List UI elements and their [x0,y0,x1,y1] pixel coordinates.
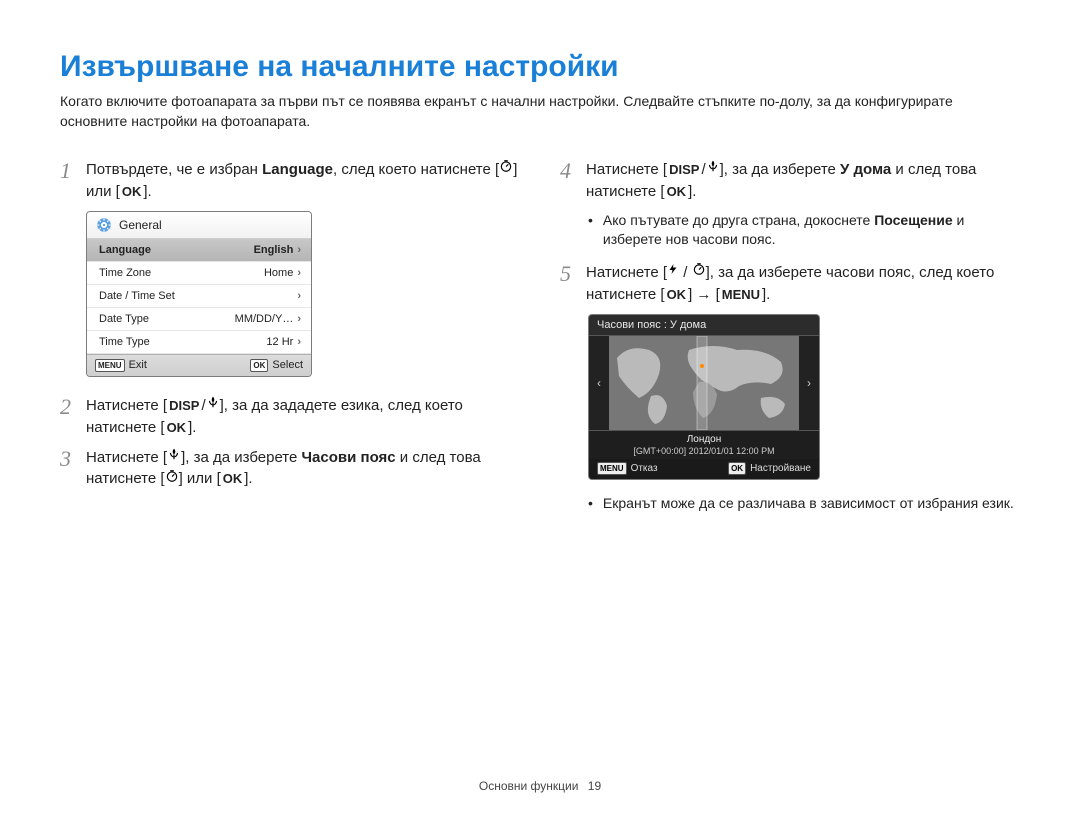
page-footer: Основни функции 19 [0,779,1080,793]
menu-footer: MENU Exit OK Select [87,354,311,376]
menu-row-timetype[interactable]: Time Type 12 Hr › [87,331,311,354]
step-4-bullet: • Ако пътувате до друга страна, докоснет… [588,211,1020,250]
step-number: 3 [60,447,86,471]
page-title: Извършване на началните настройки [60,50,1020,84]
menu-row-label: Time Type [99,336,150,348]
tz-left-arrow[interactable]: ‹ [589,336,609,430]
tz-right-arrow[interactable]: › [799,336,819,430]
tz-set-label: Настройване [750,463,811,474]
footer-ok-key: OK [250,359,268,372]
timezone-screenshot: Часови пояс : У дома ‹ [588,314,820,481]
tz-header: Часови пояс : У дома [589,315,819,336]
footer-select-label: Select [272,359,303,371]
bullet-point: • [588,211,593,250]
step-4: 4 Натиснете [DISP/], за да изберете У до… [560,159,1020,203]
step-3: 3 Натиснете [ ], за да изберете Часови по… [60,447,520,491]
chevron-right-icon: › [297,244,301,256]
text: ]. [688,183,696,200]
footer-section: Основни функции [479,779,579,793]
menu-header-title: General [119,218,162,232]
text: , след което натиснете [ [333,161,499,178]
text: Ако пътувате до друга страна, докоснете [603,212,874,228]
menu-row-language[interactable]: Language English› [87,239,311,262]
ok-key: OK [165,419,189,438]
bold-text: Часови пояс [302,449,396,466]
step-number: 1 [60,159,86,183]
tz-info: Лондон [GMT+00:00] 2012/01/01 12:00 PM [589,430,819,460]
text: ]. [244,470,252,487]
gear-icon [95,216,113,234]
text: Натиснете [ [86,449,167,466]
menu-row-value: English [254,244,294,256]
flash-icon [667,261,679,283]
footer-exit-label: Exit [129,359,147,371]
menu-list: Language English› Time Zone Home› Date /… [87,239,311,354]
menu-row-datetype[interactable]: Date Type MM/DD/Y…› [87,308,311,331]
menu-row-label: Date Type [99,313,149,325]
ok-key: OK [120,183,144,202]
step-number: 5 [560,262,586,286]
chevron-right-icon: › [297,336,301,348]
ok-key: OK [665,183,689,202]
menu-row-value: 12 Hr [266,336,293,348]
menu-row-label: Date / Time Set [99,290,175,302]
bold-text: Language [262,161,333,178]
disp-key: DISP [167,397,201,416]
text: ] или [ [179,470,221,487]
menu-row-label: Time Zone [99,267,151,279]
menu-row-timezone[interactable]: Time Zone Home › [87,262,311,285]
footer-menu-key: MENU [95,359,125,372]
chevron-right-icon: › [297,267,301,279]
text: ]. [762,286,770,303]
text: ], за да изберете [181,449,301,466]
step-number: 2 [60,395,86,419]
ok-key: OK [665,286,689,305]
text: ]. [143,183,151,200]
menu-row-label: Language [99,244,151,256]
macro-icon [167,446,181,468]
timer-icon [692,261,706,283]
bullet-point: • [588,494,593,514]
macro-icon [206,394,220,416]
text: Натиснете [ [86,397,167,414]
step-1: 1 Потвърдете, че е избран Language, след… [60,159,520,203]
bold-text: Посещение [874,212,952,228]
language-note: • Екранът може да се различава в зависим… [588,494,1020,514]
intro-text: Когато включите фотоапарата за първи път… [60,92,1020,131]
menu-header: General [87,212,311,239]
text: Потвърдете, че е избран [86,161,262,178]
timer-icon [165,468,179,490]
text: ]. [188,419,196,436]
world-map [609,336,799,430]
timer-icon [499,158,513,180]
step-number: 4 [560,159,586,183]
ok-key: OK [221,470,245,489]
menu-row-value: MM/DD/Y… [235,313,294,325]
chevron-right-icon: › [297,313,301,325]
macro-icon [706,158,720,180]
text: Натиснете [ [586,161,667,178]
menu-row-value: Home [264,267,293,279]
step-2: 2 Натиснете [DISP/], за да зададете език… [60,395,520,439]
menu-row-datetime[interactable]: Date / Time Set › [87,285,311,308]
tz-city: Лондон [589,434,819,446]
tz-ok-key: OK [728,462,746,475]
disp-key: DISP [667,161,701,180]
tz-menu-key: MENU [597,462,627,475]
text: Екранът може да се различава в зависимос… [603,494,1014,514]
tz-footer: MENU Отказ OK Настройване [589,459,819,479]
tz-time: [GMT+00:00] 2012/01/01 12:00 PM [589,446,819,457]
bold-text: У дома [840,161,891,178]
text: Натиснете [ [586,264,667,281]
footer-page-number: 19 [588,779,601,793]
chevron-right-icon: › [297,290,301,302]
tz-cancel-label: Отказ [631,463,658,474]
text: ] → [ [688,286,720,303]
menu-key: MENU [720,286,762,305]
step-5: 5 Натиснете [ / ], за да изберете часови… [560,262,1020,306]
text: ], за да изберете [720,161,840,178]
settings-menu-screenshot: General Language English› Time Zone Home… [86,211,312,377]
